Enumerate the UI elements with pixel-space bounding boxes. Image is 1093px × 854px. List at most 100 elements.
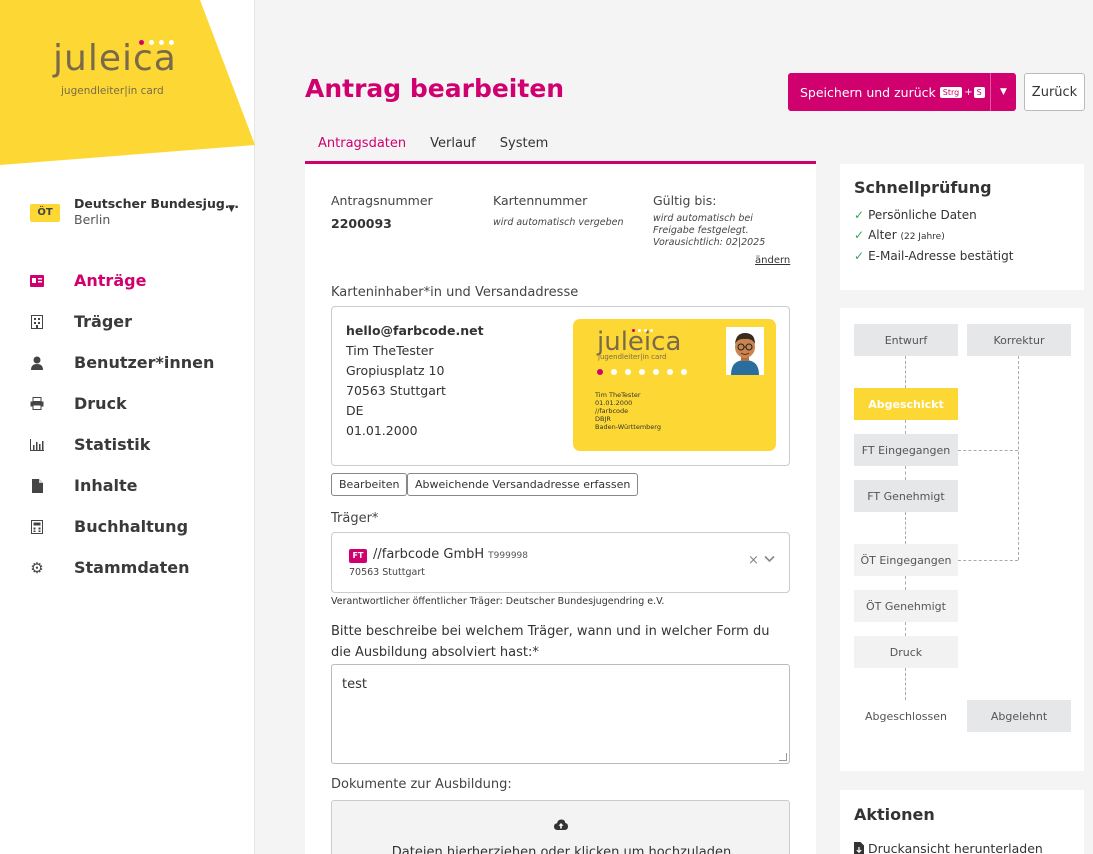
logo-dots-icon (139, 40, 174, 45)
address-city: 70563 Stuttgart (346, 383, 446, 398)
nav-label: Stammdaten (74, 558, 190, 577)
back-button[interactable]: Zurück (1024, 73, 1085, 111)
gueltig-line: wird automatisch bei (653, 213, 753, 224)
traeger-select[interactable]: FT //farbcode GmbH T999998 70563 Stuttgar… (331, 532, 790, 593)
nav-item-stammdaten[interactable]: ⚙ Stammdaten (30, 547, 240, 588)
workflow-step-ft-eingegangen: FT Eingegangen (854, 434, 958, 466)
dropzone-text: Dateien hierherziehen oder klicken um ho… (391, 845, 732, 854)
cloud-upload-icon (554, 819, 568, 830)
quickcheck-panel: Schnellprüfung ✓ Persönliche Daten ✓ Alter… (840, 164, 1084, 290)
workflow-step-oet-genehmigt: ÖT Genehmigt (854, 590, 958, 622)
address-section-label: Karteninhaber*in und Versandadresse (331, 285, 579, 300)
clear-icon[interactable]: × (748, 553, 759, 568)
nav-item-statistik[interactable]: Statistik (30, 424, 240, 465)
org-city: Berlin (74, 212, 111, 227)
nav-item-inhalte[interactable]: Inhalte (30, 465, 240, 506)
bar-chart-icon (30, 438, 44, 452)
traeger-number: T999998 (488, 551, 529, 561)
workflow-connector (905, 420, 906, 434)
keyboard-shortcut: Strg (939, 86, 963, 98)
gear-icon: ⚙ (30, 558, 44, 577)
org-name: Deutscher Bundesjug... (74, 196, 240, 211)
tab-system[interactable]: System (488, 136, 560, 161)
gueltig-value: wird automatisch bei Freigabe festgelegt… (653, 213, 765, 249)
training-answer-text: test (342, 677, 367, 692)
org-badge: ÖT (30, 204, 60, 222)
kartennummer-label: Kartennummer (493, 193, 588, 208)
alternate-address-button[interactable]: Abweichende Versandadresse erfassen (407, 473, 639, 496)
download-print-view-label: Druckansicht herunterladen (868, 841, 1043, 854)
check-icon: ✓ (854, 208, 865, 222)
file-icon (30, 478, 44, 493)
keyboard-shortcut: S (973, 86, 985, 98)
card-birth: 01.01.2000 (595, 399, 633, 407)
antragsnummer-label: Antragsnummer (331, 193, 433, 208)
workflow-connector (1018, 356, 1019, 560)
caret-down-icon: ▼ (228, 204, 235, 214)
workflow-step-ft-genehmigt: FT Genehmigt (854, 480, 958, 512)
workflow-connector (905, 512, 906, 544)
chevron-down-icon[interactable] (764, 553, 775, 566)
quickcheck-list: ✓ Persönliche Daten ✓ Alter (22 Jahre) ✓ E-… (854, 206, 1013, 267)
card-logo-subtitle: jugendleiter|in card (598, 353, 667, 361)
workflow-connector (905, 576, 906, 590)
card-org: //farbcode (595, 407, 629, 415)
download-print-view-link[interactable]: Druckansicht herunterladen (854, 841, 1043, 854)
building-icon (30, 314, 44, 329)
nav-label: Benutzer*innen (74, 353, 215, 372)
card-holder-info: Tim TheTester 01.01.2000 //farbcode DBJR… (595, 391, 661, 431)
antragsnummer-value: 2200093 (331, 216, 392, 231)
org-switcher[interactable]: ÖT Deutscher Bundesjug... Berlin ▼ (30, 196, 245, 230)
application-form: Antragsnummer 2200093 Kartennummer wird … (305, 164, 816, 854)
resize-handle-icon[interactable] (779, 753, 787, 761)
save-options-caret-icon[interactable]: ▼ (990, 73, 1016, 111)
change-validity-link[interactable]: ändern (755, 255, 790, 266)
nav-label: Träger (74, 312, 133, 331)
workflow-step-abgelehnt: Abgelehnt (967, 700, 1071, 732)
quickcheck-item: ✓ E-Mail-Adresse bestätigt (854, 247, 1013, 267)
traeger-name-line: //farbcode GmbH T999998 (373, 547, 528, 562)
workflow-connector (958, 560, 1018, 561)
quickcheck-item: ✓ Persönliche Daten (854, 206, 1013, 226)
page-title: Antrag bearbeiten (305, 74, 565, 103)
check-icon: ✓ (854, 249, 865, 263)
nav-item-traeger[interactable]: Träger (30, 301, 240, 342)
nav-item-buchhaltung[interactable]: Buchhaltung (30, 506, 240, 547)
address-email: hello@farbcode.net (346, 323, 484, 338)
workflow-panel: Entwurf Korrektur Abgeschickt FT Eingega… (840, 308, 1084, 771)
nav-item-druck[interactable]: Druck (30, 383, 240, 424)
nav-item-benutzer[interactable]: Benutzer*innen (30, 342, 240, 383)
quickcheck-label: Persönliche Daten (868, 208, 977, 222)
documents-label: Dokumente zur Ausbildung: (331, 777, 512, 792)
tab-verlauf[interactable]: Verlauf (418, 136, 488, 161)
workflow-connector (958, 450, 1018, 451)
tab-antragsdaten[interactable]: Antragsdaten (305, 136, 418, 161)
edit-address-button[interactable]: Bearbeiten (331, 473, 408, 496)
card-name: Tim TheTester (595, 391, 641, 399)
nav-item-antraege[interactable]: Anträge (30, 260, 240, 301)
age-detail: (22 Jahre) (900, 231, 945, 242)
gueltig-label: Gültig bis: (653, 193, 717, 208)
workflow-step-druck: Druck (854, 636, 958, 668)
traeger-label: Träger* (331, 511, 379, 526)
main-nav: Anträge Träger Benutzer*innen Druck Stat… (30, 260, 240, 588)
responsible-note: Verantwortlicher öffentlicher Träger: De… (331, 596, 665, 607)
card-dots-icon (597, 369, 687, 375)
avatar (726, 327, 764, 375)
file-dropzone[interactable]: Dateien hierherziehen oder klicken um ho… (331, 800, 790, 854)
workflow-connector (905, 622, 906, 636)
gueltig-line: Vorausichtlich: 02|2025 (653, 237, 766, 248)
juleica-card-preview: juleica jugendleiter|in card Tim TheTest… (573, 319, 776, 451)
save-and-back-button[interactable]: Speichern und zurück Strg + S ▼ (788, 73, 1016, 111)
training-answer-textarea[interactable]: test (331, 664, 790, 764)
user-icon (30, 356, 44, 370)
traeger-name: //farbcode GmbH (373, 547, 485, 562)
card-land: Baden-Württemberg (595, 423, 661, 431)
check-icon: ✓ (854, 227, 865, 242)
quickcheck-item: ✓ Alter (22 Jahre) (854, 226, 1013, 248)
actions-panel: Aktionen Druckansicht herunterladen (840, 790, 1084, 854)
id-card-icon (30, 274, 44, 288)
workflow-step-korrektur: Korrektur (967, 324, 1071, 356)
keyboard-shortcut-separator: + (964, 86, 973, 98)
file-download-icon (854, 842, 864, 854)
